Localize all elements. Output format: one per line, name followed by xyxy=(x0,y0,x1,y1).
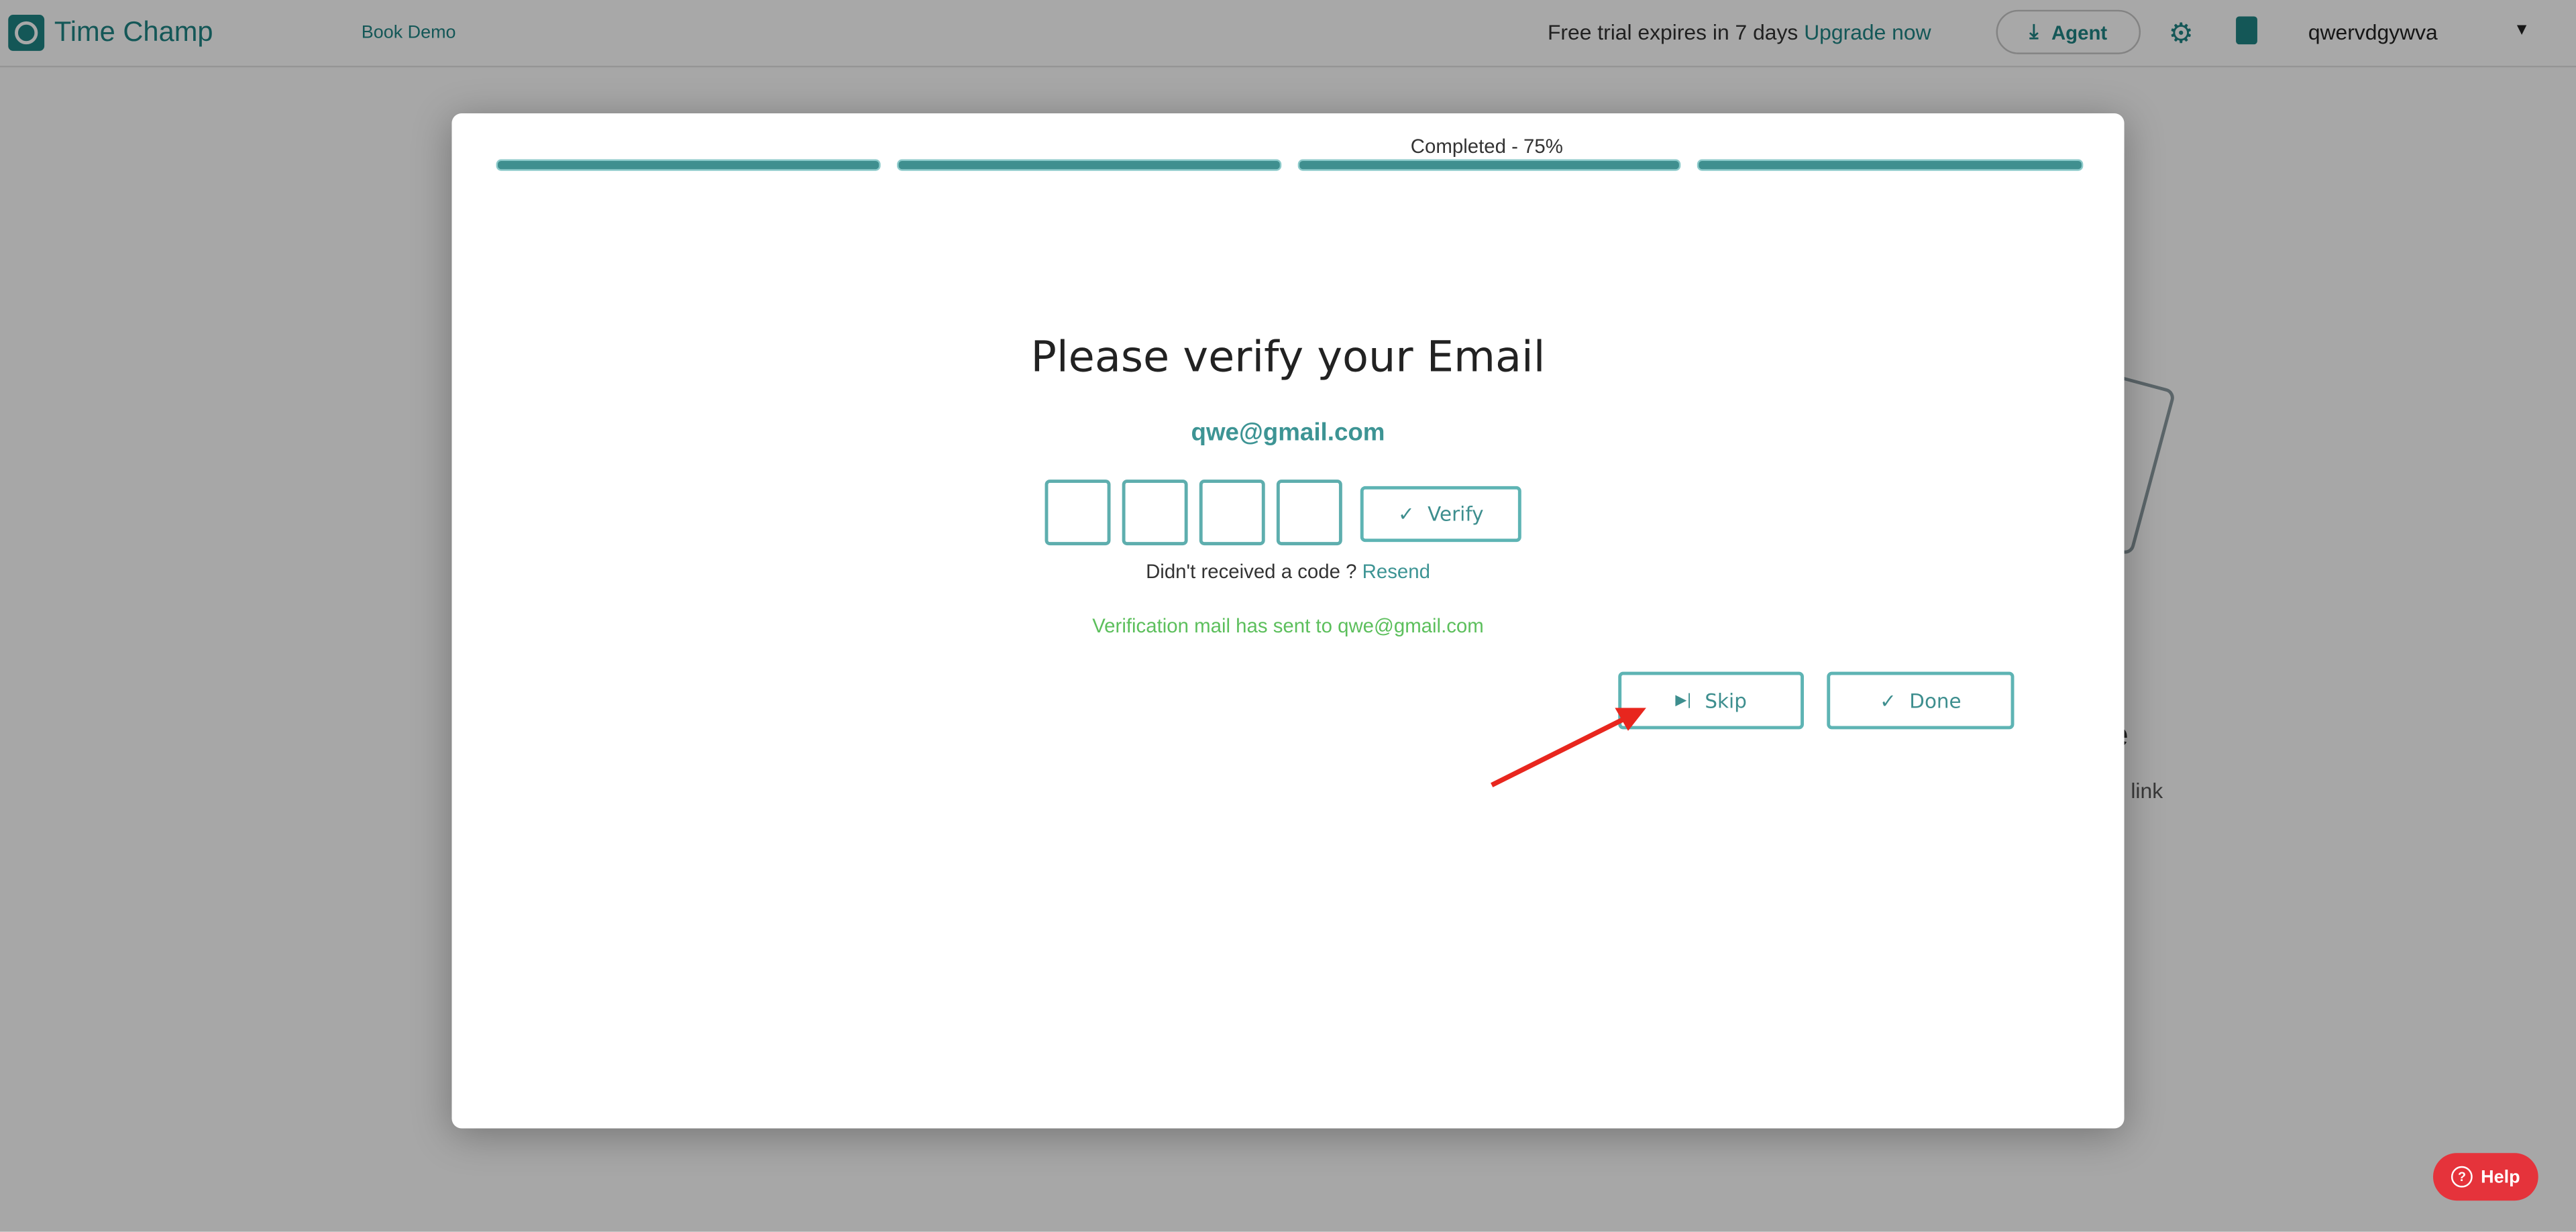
help-label: Help xyxy=(2481,1167,2520,1187)
help-button[interactable]: ? Help xyxy=(2432,1153,2538,1201)
annotation-arrow xyxy=(1491,708,1646,787)
app-root: Time Champ Book Demo Free trial expires … xyxy=(0,0,2576,1232)
arrow-shaft xyxy=(1491,715,1628,787)
help-icon: ? xyxy=(2451,1166,2473,1188)
